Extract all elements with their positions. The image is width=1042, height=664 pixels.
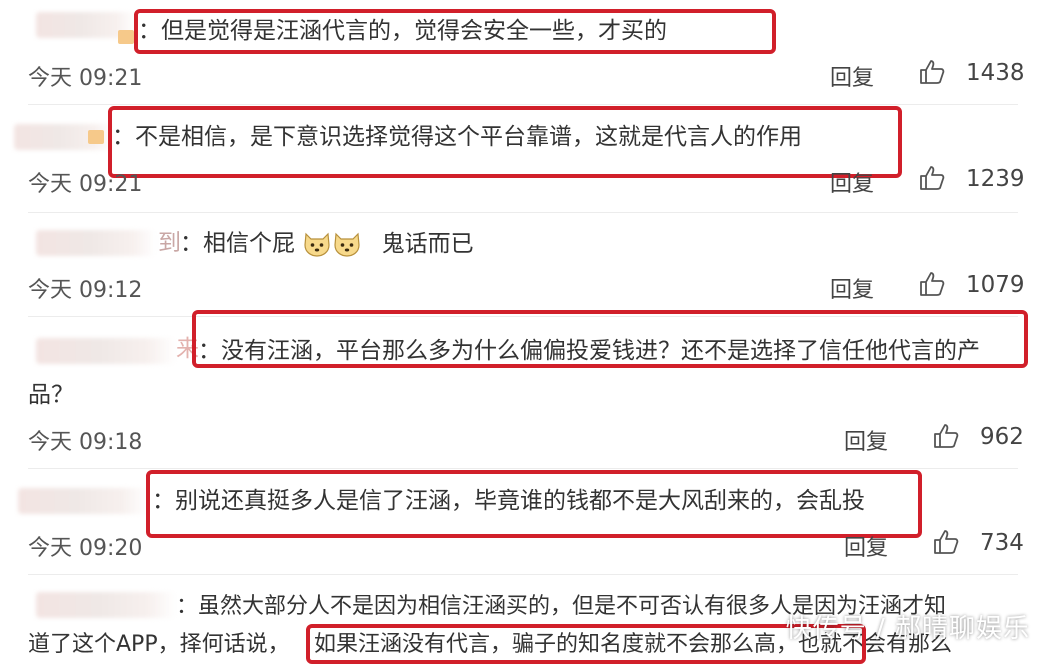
highlight-box [146, 470, 922, 538]
comment-text-continued: 道了这个APP，择何话说， [28, 632, 290, 657]
thumbs-up-icon[interactable] [932, 422, 960, 450]
commenter-name-fragment: 到 [158, 230, 181, 256]
like-count: 962 [980, 424, 1024, 450]
thumbs-up-icon[interactable] [918, 164, 946, 192]
highlight-box [306, 624, 866, 664]
divider [28, 574, 1018, 575]
like-count: 1438 [966, 60, 1025, 86]
divider [28, 468, 1018, 469]
watermark: 快传号 / 郝晴聊娱乐 [785, 614, 1030, 644]
commenter-name-blurred[interactable] [18, 488, 148, 514]
thumbs-up-icon[interactable] [918, 270, 946, 298]
commenter-name-blurred[interactable] [36, 338, 176, 364]
thumbs-up-icon[interactable] [932, 528, 960, 556]
like-count: 734 [980, 530, 1024, 556]
badge-icon [118, 30, 134, 44]
commenter-name-blurred[interactable] [36, 592, 176, 618]
doge-emoji-icon [334, 232, 360, 257]
comment-time: 今天 09:20 [28, 536, 143, 561]
badge-icon [88, 130, 104, 144]
comment-text: ：相信个屁 鬼话而已 [180, 230, 474, 258]
like-count: 1079 [966, 272, 1025, 298]
comment-time: 今天 09:18 [28, 430, 143, 455]
comment-text-continued: 品？ [28, 382, 74, 408]
thumbs-up-icon[interactable] [918, 58, 946, 86]
reply-button[interactable]: 回复 [830, 60, 874, 92]
comment-text-part: ：相信个屁 [180, 230, 295, 257]
comment-time: 今天 09:21 [28, 172, 143, 197]
reply-button[interactable]: 回复 [844, 424, 888, 456]
divider [28, 212, 1018, 213]
highlight-box [134, 9, 776, 54]
reply-button[interactable]: 回复 [844, 530, 888, 562]
highlight-box [108, 106, 902, 178]
like-count: 1239 [966, 166, 1025, 192]
highlight-box [192, 310, 1028, 368]
reply-button[interactable]: 回复 [830, 166, 874, 198]
comment-time: 今天 09:21 [28, 66, 143, 91]
comment-time: 今天 09:12 [28, 278, 143, 303]
doge-emoji-icon [304, 232, 330, 257]
reply-button[interactable]: 回复 [830, 272, 874, 304]
divider [28, 104, 1018, 105]
comment-text-part: 鬼话而已 [381, 230, 474, 257]
commenter-name-blurred[interactable] [36, 230, 156, 256]
